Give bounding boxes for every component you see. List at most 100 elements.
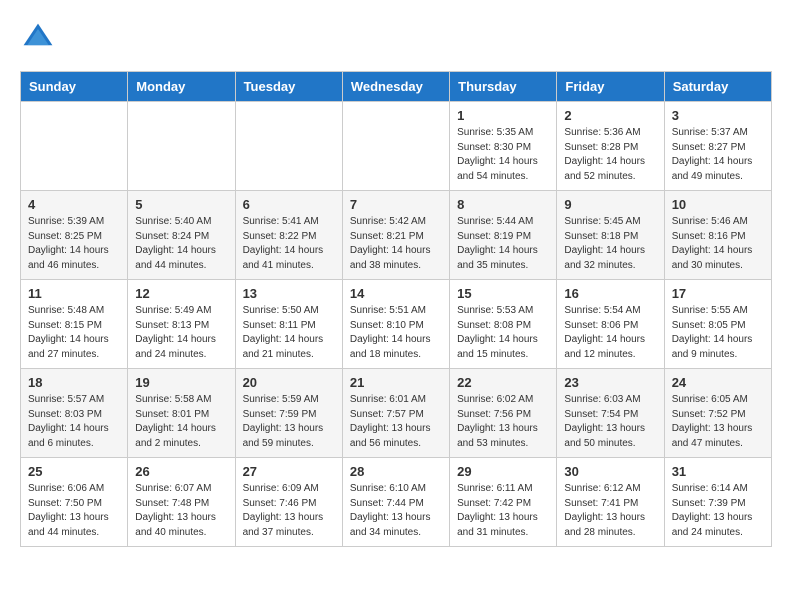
day-number: 18 [28, 375, 120, 390]
day-number: 12 [135, 286, 227, 301]
day-number: 1 [457, 108, 549, 123]
day-info: Sunrise: 5:39 AM Sunset: 8:25 PM Dayligh… [28, 215, 120, 273]
calendar-cell: 11 Sunrise: 5:48 AM Sunset: 8:15 PM Dayli… [21, 280, 128, 369]
day-info: Sunrise: 5:50 AM Sunset: 8:11 PM Dayligh… [243, 304, 335, 362]
day-info: Sunrise: 5:58 AM Sunset: 8:01 PM Dayligh… [135, 393, 227, 451]
day-info: Sunrise: 6:10 AM Sunset: 7:44 PM Dayligh… [350, 482, 442, 540]
header-monday: Monday [128, 72, 235, 102]
day-info: Sunrise: 5:37 AM Sunset: 8:27 PM Dayligh… [672, 126, 764, 184]
day-info: Sunrise: 5:55 AM Sunset: 8:05 PM Dayligh… [672, 304, 764, 362]
day-number: 31 [672, 464, 764, 479]
day-number: 30 [564, 464, 656, 479]
header-tuesday: Tuesday [235, 72, 342, 102]
calendar-cell: 6 Sunrise: 5:41 AM Sunset: 8:22 PM Daylig… [235, 191, 342, 280]
day-info: Sunrise: 5:42 AM Sunset: 8:21 PM Dayligh… [350, 215, 442, 273]
day-info: Sunrise: 5:41 AM Sunset: 8:22 PM Dayligh… [243, 215, 335, 273]
calendar-cell: 24 Sunrise: 6:05 AM Sunset: 7:52 PM Dayli… [664, 369, 771, 458]
logo [20, 20, 62, 56]
calendar-cell: 9 Sunrise: 5:45 AM Sunset: 8:18 PM Daylig… [557, 191, 664, 280]
day-number: 15 [457, 286, 549, 301]
day-number: 9 [564, 197, 656, 212]
calendar-cell: 30 Sunrise: 6:12 AM Sunset: 7:41 PM Dayli… [557, 458, 664, 547]
calendar-cell: 17 Sunrise: 5:55 AM Sunset: 8:05 PM Dayli… [664, 280, 771, 369]
day-number: 3 [672, 108, 764, 123]
calendar-header-row: SundayMondayTuesdayWednesdayThursdayFrid… [21, 72, 772, 102]
day-number: 19 [135, 375, 227, 390]
calendar-cell: 27 Sunrise: 6:09 AM Sunset: 7:46 PM Dayli… [235, 458, 342, 547]
calendar-week-4: 18 Sunrise: 5:57 AM Sunset: 8:03 PM Dayli… [21, 369, 772, 458]
day-info: Sunrise: 6:01 AM Sunset: 7:57 PM Dayligh… [350, 393, 442, 451]
calendar-cell: 26Sunrise: 6:07 AM Sunset: 7:48 PM Dayli… [128, 458, 235, 547]
day-number: 23 [564, 375, 656, 390]
day-number: 27 [243, 464, 335, 479]
day-info: Sunrise: 5:53 AM Sunset: 8:08 PM Dayligh… [457, 304, 549, 362]
calendar-cell: 28 Sunrise: 6:10 AM Sunset: 7:44 PM Dayli… [342, 458, 449, 547]
calendar-cell: 29 Sunrise: 6:11 AM Sunset: 7:42 PM Dayli… [450, 458, 557, 547]
day-info: Sunrise: 5:36 AM Sunset: 8:28 PM Dayligh… [564, 126, 656, 184]
day-info: Sunrise: 6:11 AM Sunset: 7:42 PM Dayligh… [457, 482, 549, 540]
day-number: 21 [350, 375, 442, 390]
day-number: 17 [672, 286, 764, 301]
header-saturday: Saturday [664, 72, 771, 102]
day-number: 16 [564, 286, 656, 301]
day-number: 4 [28, 197, 120, 212]
day-number: 28 [350, 464, 442, 479]
day-number: 7 [350, 197, 442, 212]
calendar-cell: 14 Sunrise: 5:51 AM Sunset: 8:10 PM Dayli… [342, 280, 449, 369]
day-number: 8 [457, 197, 549, 212]
calendar-cell [235, 102, 342, 191]
calendar-cell [128, 102, 235, 191]
calendar-cell: 4 Sunrise: 5:39 AM Sunset: 8:25 PM Daylig… [21, 191, 128, 280]
calendar-cell: 15 Sunrise: 5:53 AM Sunset: 8:08 PM Dayli… [450, 280, 557, 369]
day-info: Sunrise: 5:45 AM Sunset: 8:18 PM Dayligh… [564, 215, 656, 273]
day-number: 5 [135, 197, 227, 212]
day-number: 2 [564, 108, 656, 123]
calendar-cell: 7 Sunrise: 5:42 AM Sunset: 8:21 PM Daylig… [342, 191, 449, 280]
day-info: Sunrise: 5:57 AM Sunset: 8:03 PM Dayligh… [28, 393, 120, 451]
page-header [20, 20, 772, 56]
calendar-cell: 18 Sunrise: 5:57 AM Sunset: 8:03 PM Dayli… [21, 369, 128, 458]
calendar-cell: 3 Sunrise: 5:37 AM Sunset: 8:27 PM Daylig… [664, 102, 771, 191]
day-number: 6 [243, 197, 335, 212]
day-number: 10 [672, 197, 764, 212]
day-info: Sunrise: 5:40 AM Sunset: 8:24 PM Dayligh… [135, 215, 227, 273]
calendar-cell: 23 Sunrise: 6:03 AM Sunset: 7:54 PM Dayli… [557, 369, 664, 458]
calendar-cell: 8 Sunrise: 5:44 AM Sunset: 8:19 PM Daylig… [450, 191, 557, 280]
calendar-cell: 19 Sunrise: 5:58 AM Sunset: 8:01 PM Dayli… [128, 369, 235, 458]
day-info: Sunrise: 5:35 AM Sunset: 8:30 PM Dayligh… [457, 126, 549, 184]
calendar-cell: 25Sunrise: 6:06 AM Sunset: 7:50 PM Dayli… [21, 458, 128, 547]
day-number: 20 [243, 375, 335, 390]
day-info: Sunrise: 6:03 AM Sunset: 7:54 PM Dayligh… [564, 393, 656, 451]
day-number: 22 [457, 375, 549, 390]
calendar-cell [21, 102, 128, 191]
day-info: Sunrise: 6:02 AM Sunset: 7:56 PM Dayligh… [457, 393, 549, 451]
header-friday: Friday [557, 72, 664, 102]
day-number: 26 [135, 464, 227, 479]
day-info: Sunrise: 6:05 AM Sunset: 7:52 PM Dayligh… [672, 393, 764, 451]
day-number: 24 [672, 375, 764, 390]
calendar-cell: 1 Sunrise: 5:35 AM Sunset: 8:30 PM Daylig… [450, 102, 557, 191]
day-info: Sunrise: 5:44 AM Sunset: 8:19 PM Dayligh… [457, 215, 549, 273]
day-info: Sunrise: 6:14 AM Sunset: 7:39 PM Dayligh… [672, 482, 764, 540]
day-info: Sunrise: 6:06 AM Sunset: 7:50 PM Dayligh… [28, 482, 120, 540]
calendar-cell: 10Sunrise: 5:46 AM Sunset: 8:16 PM Dayli… [664, 191, 771, 280]
day-number: 11 [28, 286, 120, 301]
day-number: 29 [457, 464, 549, 479]
calendar-week-2: 4 Sunrise: 5:39 AM Sunset: 8:25 PM Daylig… [21, 191, 772, 280]
calendar-week-1: 1 Sunrise: 5:35 AM Sunset: 8:30 PM Daylig… [21, 102, 772, 191]
logo-icon [20, 20, 56, 56]
calendar-cell: 20 Sunrise: 5:59 AM Sunset: 7:59 PM Dayli… [235, 369, 342, 458]
header-wednesday: Wednesday [342, 72, 449, 102]
calendar-cell: 22 Sunrise: 6:02 AM Sunset: 7:56 PM Dayli… [450, 369, 557, 458]
day-info: Sunrise: 5:59 AM Sunset: 7:59 PM Dayligh… [243, 393, 335, 451]
day-number: 13 [243, 286, 335, 301]
calendar-cell [342, 102, 449, 191]
day-number: 14 [350, 286, 442, 301]
day-info: Sunrise: 5:48 AM Sunset: 8:15 PM Dayligh… [28, 304, 120, 362]
calendar-cell: 2 Sunrise: 5:36 AM Sunset: 8:28 PM Daylig… [557, 102, 664, 191]
day-info: Sunrise: 6:09 AM Sunset: 7:46 PM Dayligh… [243, 482, 335, 540]
day-info: Sunrise: 6:12 AM Sunset: 7:41 PM Dayligh… [564, 482, 656, 540]
header-sunday: Sunday [21, 72, 128, 102]
calendar-table: SundayMondayTuesdayWednesdayThursdayFrid… [20, 71, 772, 547]
day-info: Sunrise: 5:51 AM Sunset: 8:10 PM Dayligh… [350, 304, 442, 362]
